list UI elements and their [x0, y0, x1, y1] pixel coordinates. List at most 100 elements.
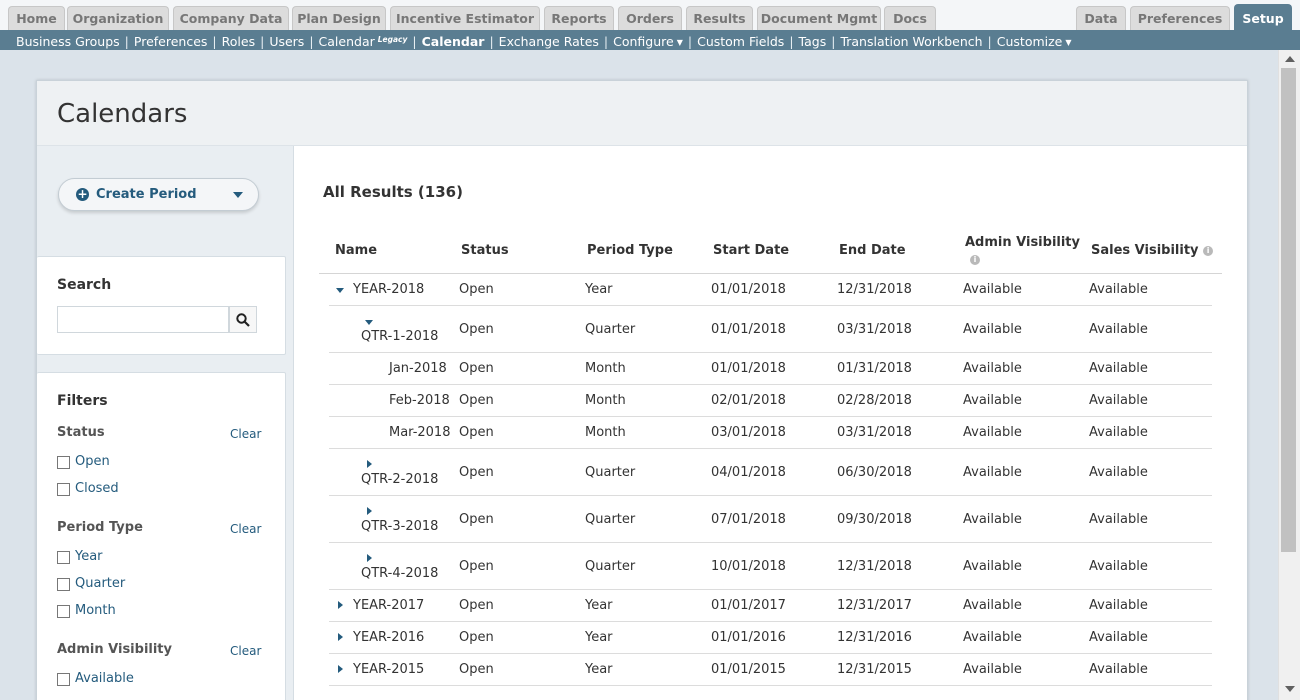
create-period-button[interactable]: + Create Period: [58, 178, 259, 211]
start-date-cell: 04/01/2018: [711, 465, 786, 480]
tab-plan-design[interactable]: Plan Design: [292, 6, 386, 30]
tab-incentive-estimator[interactable]: Incentive Estimator: [390, 6, 540, 30]
filter-label-available[interactable]: Available: [75, 671, 134, 686]
filter-label-quarter[interactable]: Quarter: [75, 576, 125, 591]
checkbox-month[interactable]: [57, 605, 70, 618]
sales-visibility-cell: Available: [1089, 322, 1148, 337]
collapse-arrow-icon[interactable]: [336, 288, 344, 293]
table-row[interactable]: QTR-3-2018 Open Quarter 07/01/2018 09/30…: [329, 496, 1212, 543]
table-row[interactable]: QTR-1-2018 Open Quarter 01/01/2018 03/31…: [329, 306, 1212, 353]
table-row[interactable]: Mar-2018 Open Month 03/01/2018 03/31/201…: [329, 417, 1212, 449]
chevron-down-icon[interactable]: [233, 192, 243, 198]
column-header-name[interactable]: Name: [335, 243, 377, 258]
subnav-custom-fields[interactable]: Custom Fields: [697, 34, 784, 49]
results-title: All Results (136): [323, 183, 463, 201]
column-header-sales-visibility[interactable]: Sales Visibility i: [1091, 243, 1214, 258]
tab-docs[interactable]: Docs: [884, 6, 936, 30]
search-input[interactable]: [57, 306, 229, 333]
status-cell: Open: [459, 662, 494, 677]
column-header-status[interactable]: Status: [461, 243, 509, 258]
table-row[interactable]: YEAR-2017 Open Year 01/01/2017 12/31/201…: [329, 590, 1212, 622]
filter-label-month[interactable]: Month: [75, 603, 116, 618]
tab-data[interactable]: Data: [1076, 6, 1126, 30]
checkbox-closed[interactable]: [57, 483, 70, 496]
column-header-end-date[interactable]: End Date: [839, 243, 906, 258]
column-header-start-date[interactable]: Start Date: [713, 243, 789, 258]
end-date-cell: 09/30/2018: [837, 512, 912, 527]
collapse-arrow-icon[interactable]: [365, 320, 373, 325]
search-panel: Search: [37, 256, 286, 355]
start-date-cell: 07/01/2018: [711, 512, 786, 527]
table-row[interactable]: YEAR-2018 Open Year 01/01/2018 12/31/201…: [329, 274, 1212, 306]
tab-organization[interactable]: Organization: [67, 6, 169, 30]
tab-home[interactable]: Home: [8, 6, 65, 30]
expand-arrow-icon[interactable]: [338, 633, 343, 641]
period-type-cell: Year: [585, 662, 613, 677]
start-date-cell: 01/01/2017: [711, 598, 786, 613]
table-row[interactable]: Jan-2018 Open Month 01/01/2018 01/31/201…: [329, 353, 1212, 385]
search-title: Search: [57, 277, 112, 293]
period-name: YEAR-2018: [353, 282, 425, 297]
table-row[interactable]: Feb-2018 Open Month 02/01/2018 02/28/201…: [329, 385, 1212, 417]
expand-arrow-icon[interactable]: [367, 507, 372, 515]
page-background: Calendars + Create Period Search Filters…: [0, 50, 1278, 700]
sales-visibility-cell: Available: [1089, 630, 1148, 645]
table-row[interactable]: YEAR-2016 Open Year 01/01/2016 12/31/201…: [329, 622, 1212, 654]
scroll-up-arrow-icon[interactable]: [1285, 56, 1295, 62]
info-icon[interactable]: i: [1203, 246, 1214, 256]
info-icon[interactable]: i: [970, 252, 980, 267]
tab-company-data[interactable]: Company Data: [173, 6, 289, 30]
tab-reports[interactable]: Reports: [544, 6, 614, 30]
column-header-period-type[interactable]: Period Type: [587, 243, 673, 258]
subnav-calendar-legacy[interactable]: Calendar Legacy: [319, 34, 408, 49]
clear-status-link[interactable]: Clear: [230, 427, 261, 441]
expand-arrow-icon[interactable]: [338, 665, 343, 673]
subnav-customize[interactable]: Customize ▼: [997, 34, 1072, 49]
tab-document-mgmt[interactable]: Document Mgmt: [757, 6, 881, 30]
filter-period-type-title: Period Type: [57, 520, 143, 535]
subnav-tags[interactable]: Tags: [799, 34, 827, 49]
subnav-exchange-rates[interactable]: Exchange Rates: [499, 34, 599, 49]
vertical-scrollbar[interactable]: [1278, 50, 1300, 700]
calendars-card: Calendars + Create Period Search Filters…: [36, 80, 1248, 700]
clear-period-type-link[interactable]: Clear: [230, 522, 261, 536]
checkbox-year[interactable]: [57, 551, 70, 564]
admin-visibility-cell: Available: [963, 630, 1022, 645]
filter-label-year[interactable]: Year: [75, 549, 103, 564]
subnav-preferences[interactable]: Preferences: [134, 34, 208, 49]
subnav-calendar[interactable]: Calendar: [422, 34, 485, 49]
subnav-users[interactable]: Users: [269, 34, 304, 49]
tab-setup[interactable]: Setup: [1234, 4, 1292, 30]
expand-arrow-icon[interactable]: [367, 460, 372, 468]
filter-label-closed[interactable]: Closed: [75, 481, 119, 496]
sales-visibility-cell: Available: [1089, 425, 1148, 440]
legacy-badge: Legacy: [377, 35, 408, 44]
column-header-admin-visibility[interactable]: Admin Visibility: [965, 235, 1080, 250]
status-cell: Open: [459, 630, 494, 645]
subnav-translation-workbench[interactable]: Translation Workbench: [840, 34, 982, 49]
tab-results[interactable]: Results: [686, 6, 753, 30]
clear-admin-visibility-link[interactable]: Clear: [230, 644, 261, 658]
period-name: Feb-2018: [389, 393, 450, 408]
expand-arrow-icon[interactable]: [338, 601, 343, 609]
subnav-separator: |: [603, 34, 609, 49]
subnav-business-groups[interactable]: Business Groups: [16, 34, 120, 49]
scrollbar-thumb[interactable]: [1281, 68, 1296, 552]
filter-label-open[interactable]: Open: [75, 454, 110, 469]
checkbox-open[interactable]: [57, 456, 70, 469]
scroll-down-arrow-icon[interactable]: [1285, 686, 1295, 692]
subnav-configure[interactable]: Configure ▼: [613, 34, 683, 49]
expand-arrow-icon[interactable]: [367, 554, 372, 562]
checkbox-quarter[interactable]: [57, 578, 70, 591]
table-row[interactable]: QTR-4-2018 Open Quarter 10/01/2018 12/31…: [329, 543, 1212, 590]
table-row[interactable]: YEAR-2015 Open Year 01/01/2015 12/31/201…: [329, 654, 1212, 686]
tab-orders[interactable]: Orders: [618, 6, 682, 30]
caret-down-icon: ▼: [1065, 38, 1072, 47]
search-button[interactable]: [229, 306, 257, 333]
subnav-roles[interactable]: Roles: [222, 34, 255, 49]
checkbox-available[interactable]: [57, 673, 70, 686]
admin-visibility-cell: Available: [963, 322, 1022, 337]
table-row[interactable]: QTR-2-2018 Open Quarter 04/01/2018 06/30…: [329, 449, 1212, 496]
tab-preferences[interactable]: Preferences: [1130, 6, 1230, 30]
subnav-separator: |: [412, 34, 417, 49]
